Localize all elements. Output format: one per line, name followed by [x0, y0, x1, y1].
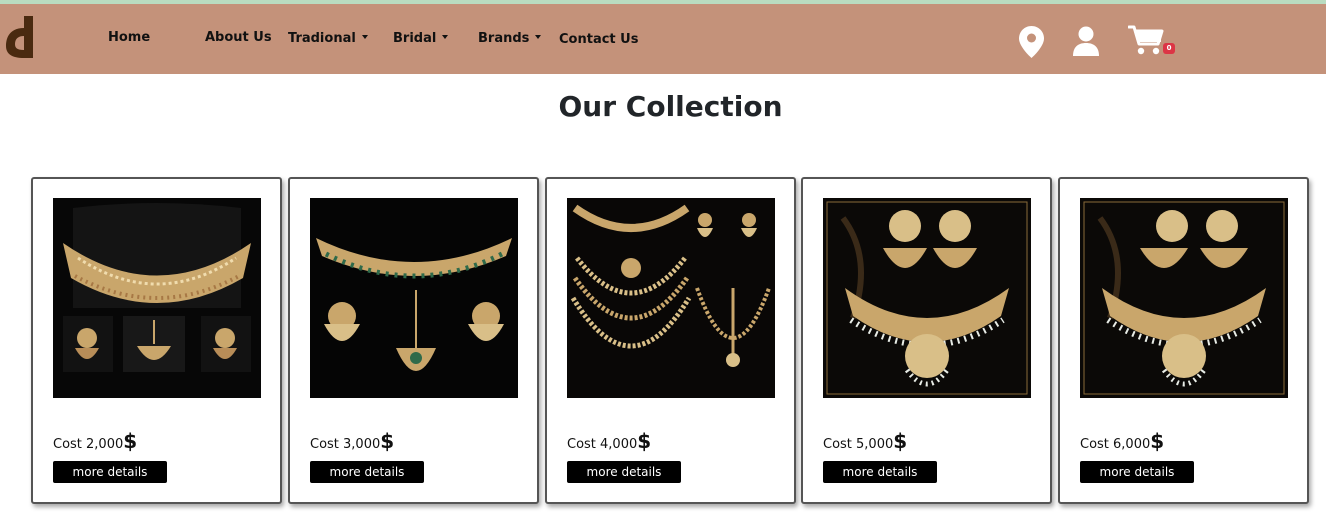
nav-dropdown-bridal[interactable]: Bridal [393, 31, 449, 46]
more-details-button[interactable]: more details [1080, 461, 1194, 483]
more-details-button[interactable]: more details [310, 461, 424, 483]
product-cost: Cost 6,000$ [1080, 429, 1165, 453]
cart-icon[interactable] [1128, 24, 1164, 56]
cart-count-badge: 0 [1163, 43, 1175, 54]
page-title: Our Collection [558, 90, 783, 123]
chevron-down-icon [361, 35, 368, 39]
product-card: Cost 4,000$ more details [545, 177, 796, 504]
brand-logo[interactable] [4, 14, 38, 62]
product-card: Cost 5,000$ more details [801, 177, 1052, 504]
product-cost: Cost 5,000$ [823, 429, 908, 453]
product-cost: Cost 4,000$ [567, 429, 652, 453]
nav-link-contact-us[interactable]: Contact Us [559, 32, 638, 47]
nav-dropdown-brands[interactable]: Brands [478, 31, 542, 46]
product-cost: Cost 3,000$ [310, 429, 395, 453]
nav-link-home[interactable]: Home [108, 30, 150, 45]
more-details-button[interactable]: more details [53, 461, 167, 483]
product-image[interactable] [53, 198, 261, 398]
more-details-button[interactable]: more details [823, 461, 937, 483]
product-card: Cost 2,000$ more details [31, 177, 282, 504]
product-card: Cost 6,000$ more details [1058, 177, 1309, 504]
product-card: Cost 3,000$ more details [288, 177, 539, 504]
nav-dropdown-traditional[interactable]: Tradional [288, 31, 368, 46]
location-pin-icon[interactable] [1019, 26, 1044, 58]
product-image[interactable] [310, 198, 518, 398]
nav-link-about-us[interactable]: About Us [205, 30, 272, 45]
more-details-button[interactable]: more details [567, 461, 681, 483]
main-navbar: Home About Us Tradional Bridal Brands Co… [0, 4, 1326, 74]
product-image[interactable] [823, 198, 1031, 398]
product-image[interactable] [1080, 198, 1288, 398]
chevron-down-icon [535, 35, 542, 39]
product-image[interactable] [567, 198, 775, 398]
product-cost: Cost 2,000$ [53, 429, 138, 453]
chevron-down-icon [442, 35, 449, 39]
user-icon[interactable] [1072, 26, 1100, 56]
